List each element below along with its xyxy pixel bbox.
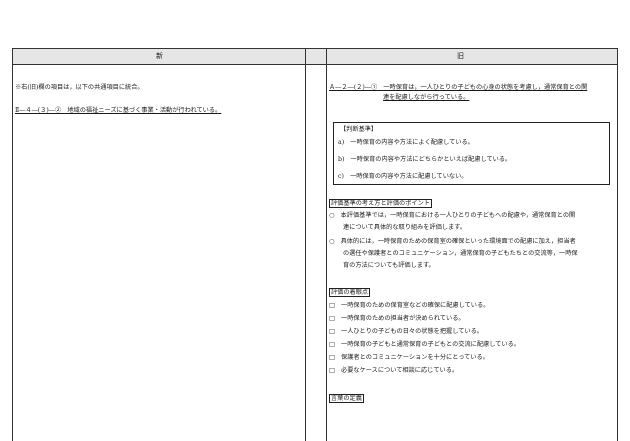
criteria-a: a) 一時保育の内容や方法によく配慮している。 — [338, 139, 474, 146]
integration-note: ※右(旧)欄の項目は，以下の共通項目に統合。 — [15, 84, 144, 91]
check-item: □ 一時保育のための保育室などの確保に配慮している。 — [329, 302, 490, 309]
point-1-line2: 連について具体的な取り組みを評価します。 — [343, 224, 466, 231]
header-new: 新 — [156, 52, 163, 60]
terms-heading: 言葉の定義 — [329, 394, 364, 403]
point-2-line3: 育の方法についても評価します。 — [343, 262, 435, 269]
points-heading: 評価基準の考え方と評価のポイント — [329, 199, 432, 208]
item-title-line1: Ａ―２―(２)―① 一時保育は，一人ひとりの子どもの心身の状態を考慮し，通常保育… — [329, 84, 588, 91]
check-item: □ 一時保育の子どもと通常保育の子どもとの交流に配慮している。 — [329, 341, 520, 348]
check-item: □ 一時保育のための担当者が決められている。 — [329, 315, 465, 322]
checks-heading: 評価の着眼点 — [329, 288, 371, 297]
check-item: □ 一人ひとりの子どもの日々の状態を把握している。 — [329, 328, 483, 335]
column-divider-right — [326, 49, 327, 441]
criteria-b: b) 一時保育の内容や方法にどちらかといえば配慮している。 — [338, 156, 512, 163]
header-old: 旧 — [457, 52, 464, 60]
criteria-heading: 【判断基準】 — [340, 126, 378, 133]
check-item: □ 必要なケースについて相談に応じている。 — [329, 367, 459, 374]
criteria-c: c) 一時保育の内容や方法に配慮していない。 — [338, 173, 468, 180]
table-header: 新 旧 — [13, 49, 617, 65]
column-divider-left — [305, 49, 306, 441]
item-title-line2: 連を配慮しながら行っている。 — [383, 94, 470, 101]
point-2-line1: ○ 具体的には，一時保育のための保育室の確保といった環境面での配慮に加え，担当者 — [329, 238, 576, 245]
check-item: □ 保護者とのコミュニケーションを十分にとっている。 — [329, 354, 489, 361]
point-2-line2: の選任や保護者とのコミュニケーション，通常保育の子どもたちとの交流等，一時保 — [343, 250, 578, 257]
common-item: Ⅱ―４―(３)―② 地域の福祉ニーズに基づく事業・活動が行われている。 — [15, 107, 222, 114]
point-1-line1: ○ 本評価基準では，一時保育における一人ひとりの子どもへの配慮や，通常保育との関 — [329, 212, 576, 219]
